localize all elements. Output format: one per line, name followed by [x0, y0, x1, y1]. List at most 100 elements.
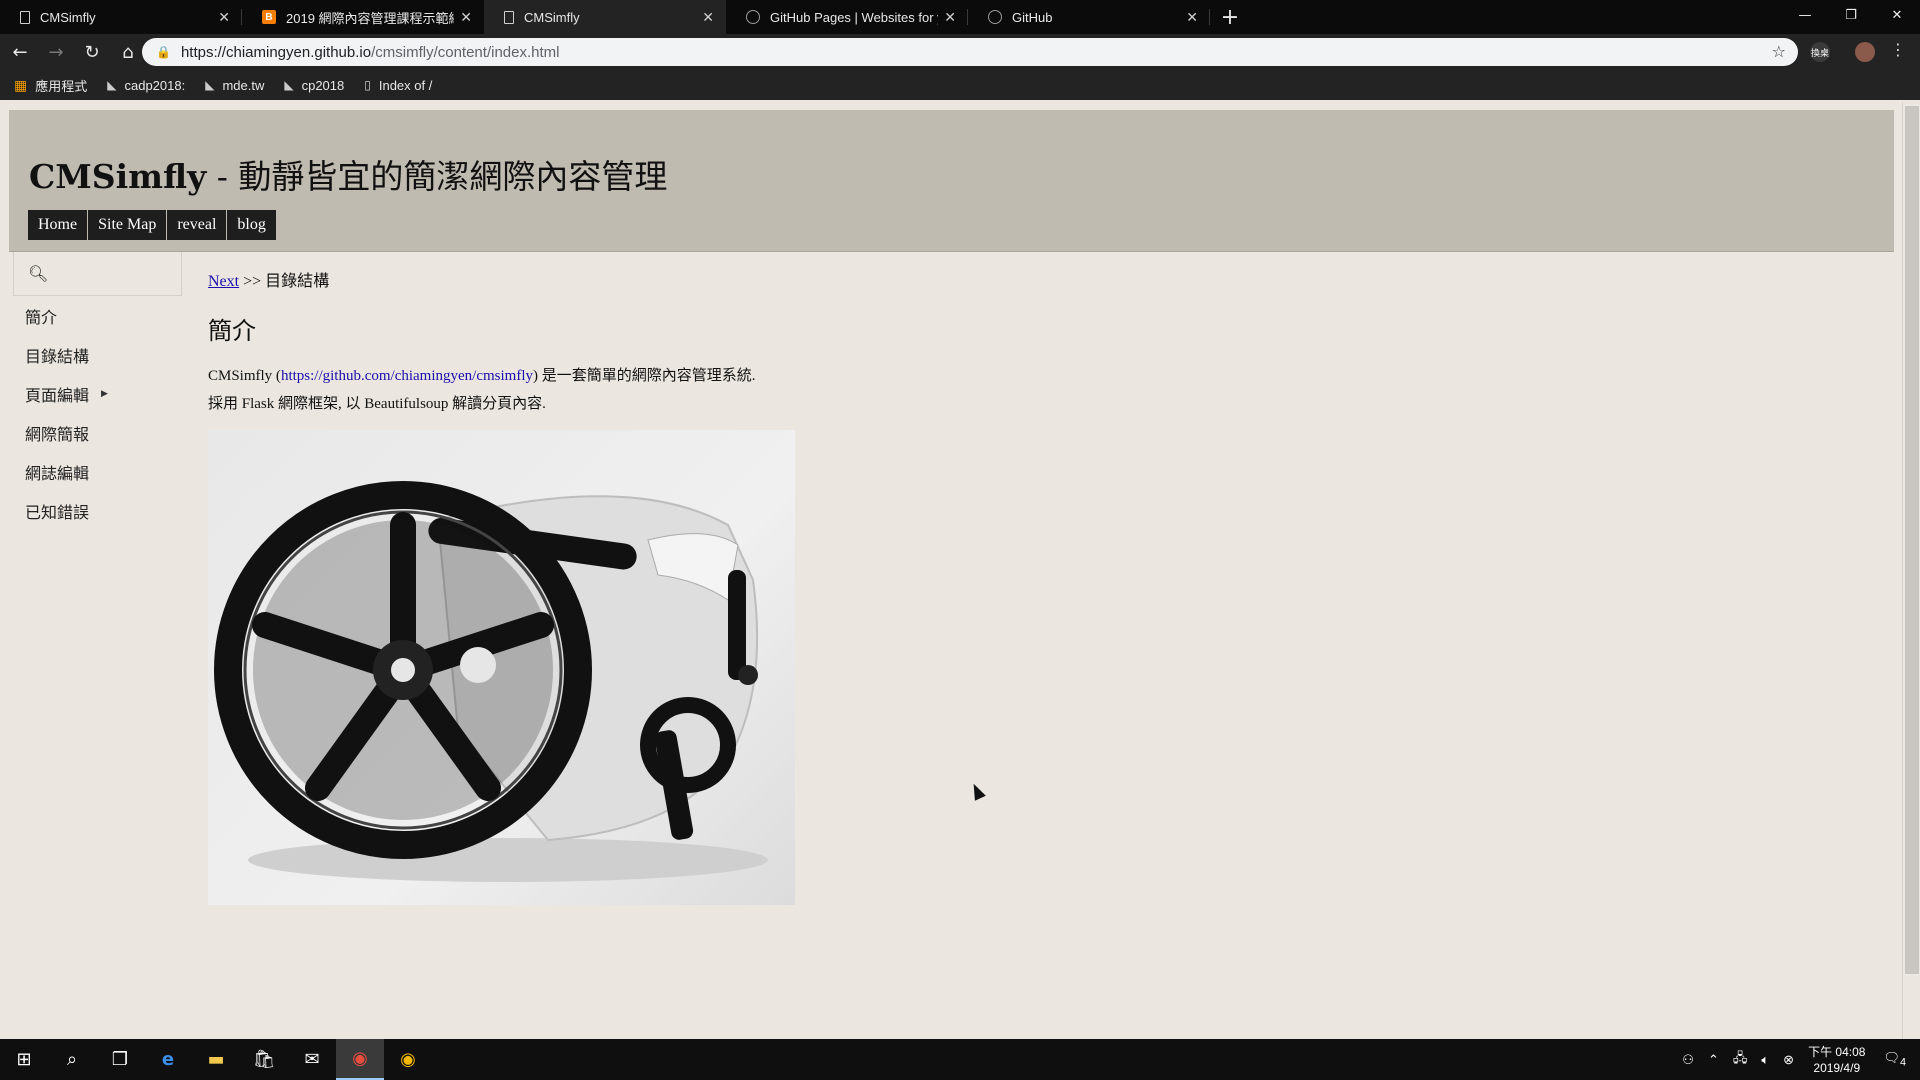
sidebar-item-page-edit[interactable]: 頁面編輯 ▶ — [13, 374, 183, 413]
sidebar-item-slides[interactable]: 網際簡報 — [13, 413, 183, 452]
browser-tab[interactable]: GitHub Pages | Websites for yo ✕ — [726, 0, 968, 34]
people-icon[interactable]: ⚇ — [1682, 1052, 1694, 1068]
browser-tab[interactable]: B 2019 網際內容管理課程示範網誌 ✕ — [242, 0, 484, 34]
windows-taskbar: ⊞ ⌕ ❐ e ▬ 🛍︎ ✉ ◉ ◉ ⚇ ⌃ 🖧︎ 🔈︎ ⊗ 下午 04:08 … — [0, 1039, 1920, 1080]
browser-toolbar: ← → ↻ ⌂ 🔒 https://chiamingyen.github.io/… — [0, 34, 1920, 70]
mouse-cursor — [968, 781, 986, 801]
window-controls: — ❐ ✕ — [1782, 0, 1920, 30]
bookmark-item[interactable]: ◣ cadp2018: — [107, 78, 185, 93]
sidebar-item-blog-edit[interactable]: 網誌編輯 — [13, 452, 183, 491]
site-title-rest: - 動靜皆宜的簡潔網際內容管理 — [206, 157, 668, 196]
reload-icon[interactable]: ↻ — [76, 36, 108, 68]
intro-suffix: ) 是一套簡單的網際內容管理系統. — [533, 368, 756, 384]
close-icon[interactable]: ✕ — [1186, 9, 1198, 26]
nav-blog[interactable]: blog — [227, 210, 276, 240]
blogger-icon: B — [262, 10, 276, 24]
sidebar-item-label: 簡介 — [25, 307, 58, 327]
network-icon[interactable]: 🖧︎ — [1733, 1049, 1748, 1071]
nav-reveal[interactable]: reveal — [167, 210, 227, 240]
bookmark-label: mde.tw — [222, 77, 265, 93]
close-window-icon[interactable]: ✕ — [1874, 0, 1920, 30]
intro-prefix: CMSimfly ( — [208, 368, 281, 384]
url-path: /cmsimfly/content/index.html — [371, 43, 560, 61]
chrome-icon[interactable]: ◉ — [336, 1039, 384, 1080]
sidebar-item-structure[interactable]: 目錄結構 — [13, 335, 183, 374]
bookmark-icon: ◣ — [107, 78, 117, 92]
top-nav: Home Site Map reveal blog — [28, 210, 277, 240]
close-icon[interactable]: ✕ — [702, 9, 714, 26]
url-text[interactable]: https://chiamingyen.github.io/cmsimfly/c… — [181, 44, 560, 61]
notification-icon[interactable]: 🗨︎4 — [1883, 1050, 1906, 1069]
tab-label: 2019 網際內容管理課程示範網誌 — [286, 10, 454, 26]
bicycle-illustration — [214, 481, 768, 882]
tab-label: CMSimfly — [524, 9, 580, 25]
search-icon[interactable]: ⌕ — [48, 1039, 96, 1080]
browser-tab-active[interactable]: CMSimfly ✕ — [484, 0, 726, 34]
tab-separator — [1209, 9, 1210, 25]
bookmark-item[interactable]: ◣ cp2018 — [284, 78, 344, 93]
close-icon[interactable]: ✕ — [944, 9, 956, 26]
nav-home[interactable]: Home — [28, 210, 88, 240]
repo-link[interactable]: https://github.com/chiamingyen/cmsimfly — [281, 368, 533, 384]
bookmark-label: Index of / — [378, 77, 433, 93]
github-icon — [988, 10, 1002, 24]
bookmark-star-icon[interactable]: ☆ — [1772, 42, 1786, 61]
sidebar-item-label: 網誌編輯 — [25, 463, 90, 483]
github-icon — [746, 10, 760, 24]
minimize-icon[interactable]: — — [1782, 0, 1828, 30]
sidebar-item-known-bugs[interactable]: 已知錯誤 — [13, 491, 183, 530]
site-title-bold: CMSimfly — [29, 157, 207, 196]
back-icon[interactable]: ← — [4, 36, 36, 68]
browser-tab[interactable]: GitHub ✕ — [968, 0, 1210, 34]
sidebar-item-label: 目錄結構 — [25, 346, 90, 366]
bookmark-apps[interactable]: ▦ 應用程式 — [14, 76, 87, 95]
tab-bar: CMSimfly ✕ B 2019 網際內容管理課程示範網誌 ✕ CMSimfl… — [0, 0, 1920, 34]
tab-label: GitHub Pages | Websites for yo — [770, 9, 939, 25]
bookmark-item[interactable]: ▯ Index of / — [364, 78, 432, 93]
volume-icon[interactable]: 🔈︎ — [1761, 1052, 1769, 1068]
task-view-icon[interactable]: ❐ — [96, 1039, 144, 1080]
bookmark-item[interactable]: ◣ mde.tw — [205, 78, 264, 93]
nav-site-map[interactable]: Site Map — [88, 210, 167, 240]
chevron-up-icon[interactable]: ⌃ — [1708, 1052, 1719, 1068]
chevron-right-icon: ▶ — [101, 388, 108, 399]
new-tab-button[interactable]: + — [1210, 0, 1250, 34]
page-pager-top: Next >> 目錄結構 — [208, 267, 908, 291]
search-button[interactable]: 🔍︎ — [13, 252, 182, 296]
sidebar-item-intro[interactable]: 簡介 — [13, 296, 183, 335]
bookmarks-bar: ▦ 應用程式 ◣ cadp2018: ◣ mde.tw ◣ cp2018 ▯ I… — [0, 70, 1920, 100]
windows-start-icon[interactable]: ⊞ — [0, 1039, 48, 1080]
lock-icon[interactable]: 🔒 — [156, 45, 171, 59]
restore-icon[interactable]: ❐ — [1828, 0, 1874, 30]
file-explorer-icon[interactable]: ▬ — [192, 1039, 240, 1080]
document-icon: ▯ — [364, 78, 371, 92]
store-icon[interactable]: 🛍︎ — [240, 1039, 288, 1080]
browser-tab[interactable]: CMSimfly ✕ — [0, 0, 242, 34]
profile-avatar[interactable] — [1855, 42, 1875, 62]
close-icon[interactable]: ✕ — [218, 9, 230, 26]
edge-icon[interactable]: e — [144, 1039, 192, 1080]
page-scrollbar[interactable] — [1902, 102, 1920, 1039]
forward-icon[interactable]: → — [40, 36, 72, 68]
intro-paragraph: CMSimfly (https://github.com/chiamingyen… — [208, 362, 908, 418]
address-bar[interactable]: 🔒 https://chiamingyen.github.io/cmsimfly… — [142, 38, 1798, 66]
ime-icon[interactable]: ⊗ — [1783, 1052, 1794, 1068]
next-link[interactable]: Next — [208, 273, 239, 290]
search-icon: 🔍︎ — [28, 264, 49, 283]
sidebar-item-label: 網際簡報 — [25, 424, 90, 444]
site-title: CMSimfly - 動靜皆宜的簡潔網際內容管理 — [29, 150, 667, 198]
home-icon[interactable]: ⌂ — [112, 36, 144, 68]
mail-icon[interactable]: ✉ — [288, 1039, 336, 1080]
next-target: >> 目錄結構 — [239, 273, 330, 290]
clock[interactable]: 下午 04:08 2019/4/9 — [1808, 1044, 1865, 1076]
close-icon[interactable]: ✕ — [460, 9, 472, 26]
scrollbar-thumb[interactable] — [1905, 106, 1919, 974]
document-icon — [20, 10, 30, 24]
tab-label: CMSimfly — [40, 9, 96, 25]
chrome-canary-icon[interactable]: ◉ — [384, 1039, 432, 1080]
menu-icon[interactable]: ⋮ — [1890, 40, 1906, 59]
sidebar-item-label: 頁面編輯 — [25, 385, 90, 405]
clock-date: 2019/4/9 — [1813, 1060, 1861, 1075]
sidebar-item-label: 已知錯誤 — [25, 502, 90, 522]
extension-icon[interactable]: 換桌 — [1810, 42, 1830, 62]
